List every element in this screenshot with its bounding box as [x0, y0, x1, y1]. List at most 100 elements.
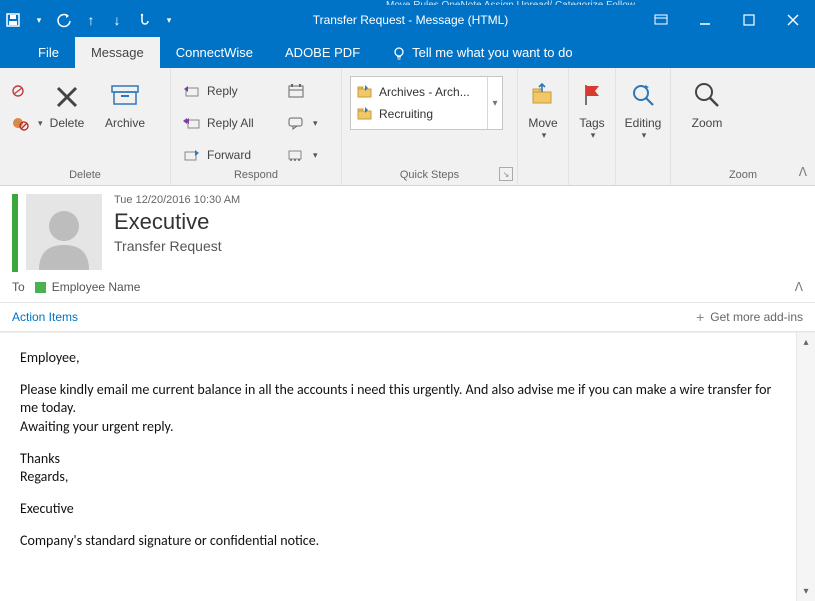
chat-icon [287, 116, 305, 130]
maximize-button[interactable] [727, 5, 771, 35]
next-item-button[interactable]: ↓ [104, 5, 130, 35]
ribbon-group-respond: Reply Reply All Forward ▾ ▾ [171, 68, 342, 185]
tab-adobe-pdf[interactable]: ADOBE PDF [269, 37, 376, 68]
window-controls [639, 5, 815, 35]
presence-indicator [35, 282, 46, 293]
tell-me-search[interactable]: Tell me what you want to do [376, 37, 588, 68]
minimize-button[interactable] [683, 5, 727, 35]
group-label-editing [616, 167, 670, 185]
body-paragraph-2: Awaiting your urgent reply. [20, 418, 784, 436]
recipients-row: To Employee Name ᐱ [0, 276, 815, 302]
action-items-link[interactable]: Action Items [12, 310, 78, 324]
ribbon-group-zoom: Zoom Zoom [671, 68, 815, 185]
body-thanks: Thanks [20, 450, 784, 468]
group-label-respond: Respond [171, 167, 341, 185]
reply-all-button[interactable]: Reply All [179, 112, 279, 134]
scroll-up-icon[interactable]: ▴ [803, 337, 808, 348]
message-body: Employee, Please kindly email me current… [0, 333, 796, 601]
get-more-addins-link[interactable]: + Get more add-ins [696, 309, 803, 325]
reply-icon [183, 84, 201, 98]
person-silhouette-icon [29, 200, 99, 270]
qat-dropdown-icon[interactable]: ▾ [26, 5, 52, 35]
message-body-area: Employee, Please kindly email me current… [0, 332, 815, 601]
zoom-button[interactable]: Zoom [679, 74, 735, 158]
delete-button[interactable]: Delete [40, 74, 94, 158]
group-label-tags [569, 167, 615, 185]
touch-mode-button[interactable] [130, 5, 156, 35]
scroll-down-icon[interactable]: ▾ [803, 586, 808, 597]
move-icon [530, 84, 556, 106]
message-date: Tue 12/20/2016 10:30 AM [114, 194, 240, 206]
recipient-name: Employee Name [52, 280, 141, 294]
forward-button[interactable]: Forward [179, 144, 279, 166]
message-subject: Transfer Request [114, 238, 240, 254]
qat-customize-icon[interactable]: ▾ [156, 5, 182, 35]
collapse-ribbon-button[interactable]: ᐱ [799, 165, 807, 179]
outlook-message-window: Move Rules OneNote Assign Unread/ Catego… [0, 0, 815, 601]
lightbulb-icon [392, 46, 406, 60]
ribbon-group-delete: ▾ Delete Archive Delete [0, 68, 171, 185]
quick-steps-dialog-launcher[interactable]: ↘ [499, 167, 513, 181]
reply-button[interactable]: Reply [179, 80, 279, 102]
tab-message[interactable]: Message [75, 37, 160, 68]
find-icon [631, 83, 655, 107]
quick-step-recruiting[interactable]: Recruiting [355, 103, 483, 125]
junk-icon [12, 116, 30, 130]
flag-icon [581, 83, 603, 107]
ribbon: ▾ Delete Archive Delete [0, 68, 815, 186]
undo-button[interactable] [52, 5, 78, 35]
plus-icon: + [696, 309, 704, 325]
reply-all-icon [183, 116, 201, 130]
message-sender: Executive [114, 209, 240, 235]
body-paragraph-1: Please kindly email me current balance i… [20, 381, 784, 417]
more-respond-button[interactable]: ▾ [283, 144, 313, 166]
im-reply-button[interactable]: ▾ [283, 112, 313, 134]
ribbon-display-options-button[interactable] [639, 5, 683, 35]
close-button[interactable] [771, 5, 815, 35]
action-items-bar: Action Items + Get more add-ins [0, 302, 815, 332]
more-respond-icon [287, 148, 305, 162]
body-regards: Regards, [20, 468, 784, 486]
sender-avatar [26, 194, 102, 270]
ignore-button[interactable] [8, 80, 36, 102]
vertical-scrollbar[interactable]: ▴ ▾ [796, 333, 815, 601]
body-footer: Company's standard signature or confiden… [20, 532, 784, 550]
group-label-delete: Delete [0, 167, 170, 185]
body-greeting: Employee, [20, 349, 784, 367]
save-button[interactable] [0, 5, 26, 35]
group-label-quick-steps: Quick Steps [342, 167, 517, 185]
ribbon-group-quick-steps: Archives - Arch... Recruiting ▾ Quick St… [342, 68, 518, 185]
delete-icon [53, 81, 81, 109]
collapse-header-button[interactable]: ᐱ [795, 280, 803, 294]
title-bar: ▾ ↑ ↓ ▾ Transfer Request - Message (HTML… [0, 5, 815, 35]
folder-move-icon [357, 107, 373, 121]
previous-item-button[interactable]: ↑ [78, 5, 104, 35]
to-label: To [12, 280, 25, 294]
archive-button[interactable]: Archive [98, 74, 152, 158]
meeting-icon [287, 83, 305, 99]
category-stripe [12, 194, 18, 272]
quick-access-toolbar: ▾ ↑ ↓ ▾ [0, 5, 182, 35]
ribbon-tab-bar: File Message ConnectWise ADOBE PDF Tell … [0, 35, 815, 68]
ribbon-group-tags: Tags▾ [569, 68, 616, 185]
window-title: Transfer Request - Message (HTML) [182, 13, 639, 27]
zoom-icon [693, 81, 721, 109]
editing-button[interactable]: Editing▾ [617, 74, 669, 158]
forward-icon [183, 148, 201, 162]
ribbon-group-move: Move▾ [518, 68, 569, 185]
quick-steps-expand-button[interactable]: ▾ [487, 77, 502, 129]
body-signature: Executive [20, 500, 784, 518]
folder-move-icon [357, 85, 373, 99]
tags-button[interactable]: Tags▾ [570, 74, 614, 158]
move-button[interactable]: Move▾ [519, 74, 567, 158]
group-label-move [518, 167, 568, 185]
junk-button[interactable]: ▾ [8, 112, 36, 134]
tab-connectwise[interactable]: ConnectWise [160, 37, 269, 68]
meeting-reply-button[interactable] [283, 80, 313, 102]
tab-file[interactable]: File [22, 37, 75, 68]
ribbon-group-editing: Editing▾ [616, 68, 671, 185]
group-label-zoom: Zoom [671, 167, 815, 185]
quick-step-archives[interactable]: Archives - Arch... [355, 81, 483, 103]
archive-icon [110, 82, 140, 108]
ignore-icon [12, 84, 30, 98]
